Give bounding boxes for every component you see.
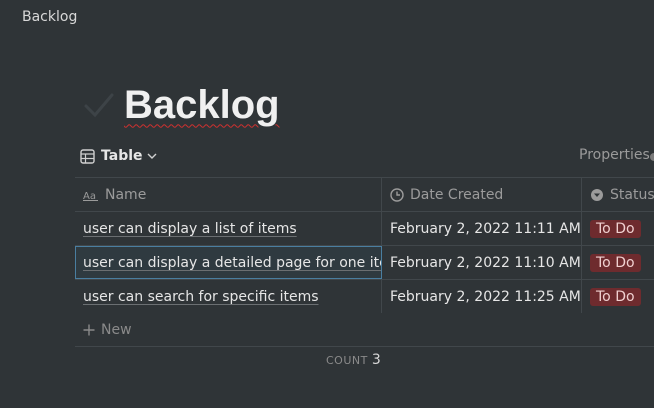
page-header: Backlog (80, 80, 280, 130)
new-row-label: New (101, 321, 132, 338)
table-row[interactable]: user can display a list of items Februar… (75, 211, 654, 245)
date-cell[interactable]: February 2, 2022 11:25 AM (382, 280, 582, 313)
breadcrumb[interactable]: Backlog (22, 9, 77, 25)
more-options-icon[interactable] (650, 153, 654, 161)
name-cell[interactable]: user can search for specific items (75, 280, 382, 313)
select-property-icon (590, 188, 604, 202)
table-icon (80, 148, 95, 164)
count-summary[interactable]: COUNT 3 (326, 352, 381, 368)
checkmark-icon (80, 85, 118, 125)
status-badge: To Do (590, 219, 641, 238)
table-header-row: Aa Name Date Created Status (75, 177, 654, 211)
status-badge: To Do (590, 253, 641, 272)
plus-icon (83, 324, 95, 336)
column-header-label: Name (105, 186, 147, 203)
date-cell[interactable]: February 2, 2022 11:10 AM (382, 246, 582, 279)
view-tab-label: Table (101, 148, 143, 164)
new-row-button[interactable]: New (75, 313, 654, 347)
row-name[interactable]: user can search for specific items (83, 289, 319, 305)
svg-text:Aa: Aa (83, 191, 96, 201)
count-value: 3 (371, 352, 382, 368)
column-header-name[interactable]: Aa Name (75, 178, 382, 211)
column-header-status[interactable]: Status (582, 178, 654, 211)
name-cell[interactable]: user can display a list of items (75, 212, 382, 245)
column-header-label: Date Created (410, 186, 504, 203)
view-tab-table[interactable]: Table (80, 146, 157, 166)
date-cell[interactable]: February 2, 2022 11:11 AM (382, 212, 582, 245)
text-property-icon: Aa (83, 189, 99, 201)
properties-button[interactable]: Properties (579, 147, 650, 163)
table-row[interactable]: user can search for specific items Febru… (75, 279, 654, 313)
table: Aa Name Date Created Status user can dis… (75, 177, 654, 347)
status-cell[interactable]: To Do (582, 212, 654, 245)
table-row[interactable]: user can display a detailed page for one… (75, 245, 654, 279)
name-cell[interactable]: user can display a detailed page for one… (75, 246, 382, 279)
status-badge: To Do (590, 287, 641, 306)
status-cell[interactable]: To Do (582, 280, 654, 313)
count-label: COUNT (326, 354, 368, 367)
column-header-date[interactable]: Date Created (382, 178, 582, 211)
status-cell[interactable]: To Do (582, 246, 654, 279)
clock-icon (390, 187, 404, 202)
chevron-down-icon (147, 152, 157, 160)
column-header-label: Status (610, 186, 654, 203)
page-title[interactable]: Backlog (124, 83, 280, 128)
row-name[interactable]: user can display a list of items (83, 221, 297, 237)
row-name[interactable]: user can display a detailed page for one… (83, 255, 381, 271)
